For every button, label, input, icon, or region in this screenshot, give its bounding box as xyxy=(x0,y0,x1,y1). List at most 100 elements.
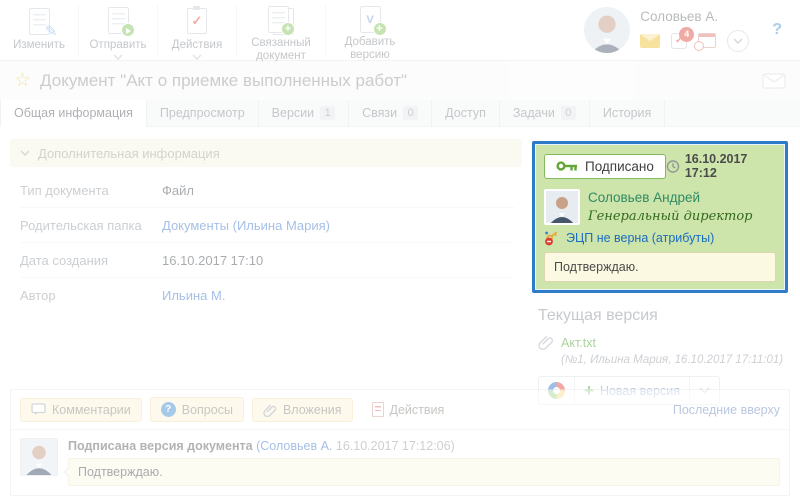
signer-name-link[interactable]: Соловьев Андрей xyxy=(588,190,700,205)
tab-preview[interactable]: Предпросмотр xyxy=(147,100,259,126)
related-document-button[interactable]: + Связанный документ xyxy=(237,0,325,60)
add-version-button[interactable]: V+ Добавить версию xyxy=(326,0,414,60)
current-version-header: Текущая версия xyxy=(538,307,784,325)
feed-toolbar: Комментарии ? Вопросы Вложения Действия … xyxy=(20,397,780,422)
signature-panel: Подписано 16.10.2017 17:12 Соловьев Андр… xyxy=(532,141,788,293)
info-column: Дополнительная информация Тип документа … xyxy=(10,139,522,312)
tab-history[interactable]: История xyxy=(590,100,665,126)
top-toolbar: ✎ Изменить Отправить ✓ Действия + Связан… xyxy=(0,0,800,61)
tab-tasks[interactable]: Задачи0 xyxy=(500,100,590,126)
document-card-page: ✎ Изменить Отправить ✓ Действия + Связан… xyxy=(0,0,800,496)
paperclip-icon xyxy=(263,403,277,417)
comment-bubble-icon xyxy=(31,403,46,416)
field-value: Файл xyxy=(162,183,194,198)
document-fields: Тип документа Файл Родительская папка До… xyxy=(20,173,514,312)
version-meta: (№1, Ильина Мария, 16.10.2017 17:11:01) xyxy=(561,354,783,366)
chevron-down-icon xyxy=(192,54,202,60)
feed-actions-button[interactable]: Действия xyxy=(361,397,456,422)
document-tabs: Общая информация Предпросмотр Версии1 Св… xyxy=(0,100,800,127)
entry-title: Подписана версия документа xyxy=(68,439,253,453)
signature-status-row: ЭЦП не верна (атрибуты) xyxy=(544,230,776,246)
tab-access[interactable]: Доступ xyxy=(432,100,500,126)
field-row-created-date: Дата создания 16.10.2017 17:10 xyxy=(20,243,514,278)
clock-icon xyxy=(666,159,680,174)
signature-timestamp: 16.10.2017 17:12 xyxy=(666,152,776,180)
field-label: Дата создания xyxy=(20,253,162,268)
actions-button-label: Действия xyxy=(172,39,222,52)
send-button-label: Отправить xyxy=(89,39,146,52)
field-label: Автор xyxy=(20,288,162,303)
actions-button[interactable]: ✓ Действия xyxy=(158,0,236,60)
edit-button[interactable]: ✎ Изменить xyxy=(0,0,78,60)
favorite-star-icon[interactable]: ☆ xyxy=(14,69,31,92)
signer-avatar[interactable] xyxy=(544,189,580,225)
field-row-doc-type: Тип документа Файл xyxy=(20,173,514,208)
field-row-parent-folder: Родительская папка Документы (Ильина Мар… xyxy=(20,208,514,243)
field-value: 16.10.2017 17:10 xyxy=(162,253,263,268)
related-document-label: Связанный документ xyxy=(237,37,325,63)
page-title: Документ "Акт о приемке выполненных рабо… xyxy=(40,71,762,91)
tab-links[interactable]: Связи0 xyxy=(349,100,432,126)
signed-label: Подписано xyxy=(585,159,654,174)
field-label: Родительская папка xyxy=(20,218,162,233)
field-row-author: Автор Ильина М. xyxy=(20,278,514,312)
notification-badge: 4 xyxy=(679,27,694,42)
main-content: Дополнительная информация Тип документа … xyxy=(0,127,800,388)
additional-info-label: Дополнительная информация xyxy=(38,146,220,161)
comments-button[interactable]: Комментарии xyxy=(20,398,142,422)
user-info: Соловьев А. ✓ 4 xyxy=(640,9,749,52)
tasks-icon[interactable]: ✓ 4 xyxy=(671,33,687,49)
entry-comment-bubble: Подтверждаю. xyxy=(68,458,780,486)
add-version-icon: V+ xyxy=(360,6,381,33)
actions-clipboard-icon: ✓ xyxy=(187,6,207,36)
header-user-area: Соловьев А. ✓ 4 ? xyxy=(584,0,800,60)
subscribe-mail-icon[interactable] xyxy=(762,73,786,89)
activity-feed: Комментарии ? Вопросы Вложения Действия … xyxy=(10,389,790,496)
tab-general-info[interactable]: Общая информация xyxy=(0,100,147,127)
questions-button[interactable]: ? Вопросы xyxy=(150,397,244,422)
sort-order-link[interactable]: Последние вверху xyxy=(673,403,780,417)
user-name[interactable]: Соловьев А. xyxy=(640,9,749,24)
key-icon xyxy=(556,160,578,172)
invalid-signature-icon xyxy=(544,230,560,246)
chevron-down-circle-icon[interactable] xyxy=(727,30,749,52)
right-column: Подписано 16.10.2017 17:12 Соловьев Андр… xyxy=(532,141,788,405)
version-file-link[interactable]: Акт.txt xyxy=(561,336,596,350)
edit-document-icon: ✎ xyxy=(29,6,50,36)
help-button[interactable]: ? xyxy=(760,21,794,39)
signature-invalid-link[interactable]: ЭЦП не верна (атрибуты) xyxy=(566,231,714,245)
tasks-count-badge: 0 xyxy=(561,106,576,120)
chevron-down-icon xyxy=(113,54,123,60)
links-count-badge: 0 xyxy=(403,106,418,120)
feed-entry: Подписана версия документа (Соловьев А. … xyxy=(20,438,780,486)
additional-info-header[interactable]: Дополнительная информация xyxy=(10,139,522,167)
versions-count-badge: 1 xyxy=(320,106,335,120)
send-document-icon xyxy=(108,6,129,36)
signer-role: Генеральный директор xyxy=(588,209,753,224)
tab-versions[interactable]: Версии1 xyxy=(259,100,349,126)
actions-doc-icon xyxy=(372,402,384,417)
paperclip-icon xyxy=(538,334,554,350)
related-document-icon: + xyxy=(268,6,294,34)
chevron-down-icon xyxy=(20,150,30,156)
title-bar: ☆ Документ "Акт о приемке выполненных ра… xyxy=(0,61,800,100)
question-circle-icon: ? xyxy=(161,402,176,417)
mail-icon[interactable] xyxy=(640,34,660,48)
entry-author-avatar[interactable] xyxy=(20,438,58,476)
field-label: Тип документа xyxy=(20,183,162,198)
signed-status-button[interactable]: Подписано xyxy=(544,154,666,179)
attachments-button[interactable]: Вложения xyxy=(252,398,353,422)
user-avatar[interactable] xyxy=(584,7,630,53)
feed-divider xyxy=(11,429,789,430)
entry-header: Подписана версия документа (Соловьев А. … xyxy=(68,439,780,453)
signer-block: Соловьев Андрей Генеральный директор xyxy=(544,189,776,225)
signature-comment: Подтверждаю. xyxy=(544,252,776,282)
entry-author-link[interactable]: (Соловьев А. xyxy=(256,439,332,453)
calendar-icon[interactable] xyxy=(698,33,716,48)
entry-timestamp: 16.10.2017 17:12:06) xyxy=(336,439,455,453)
send-button[interactable]: Отправить xyxy=(79,0,157,60)
edit-button-label: Изменить xyxy=(13,39,65,52)
parent-folder-link[interactable]: Документы (Ильина Мария) xyxy=(162,218,330,233)
add-version-label: Добавить версию xyxy=(326,36,414,62)
author-link[interactable]: Ильина М. xyxy=(162,288,225,303)
